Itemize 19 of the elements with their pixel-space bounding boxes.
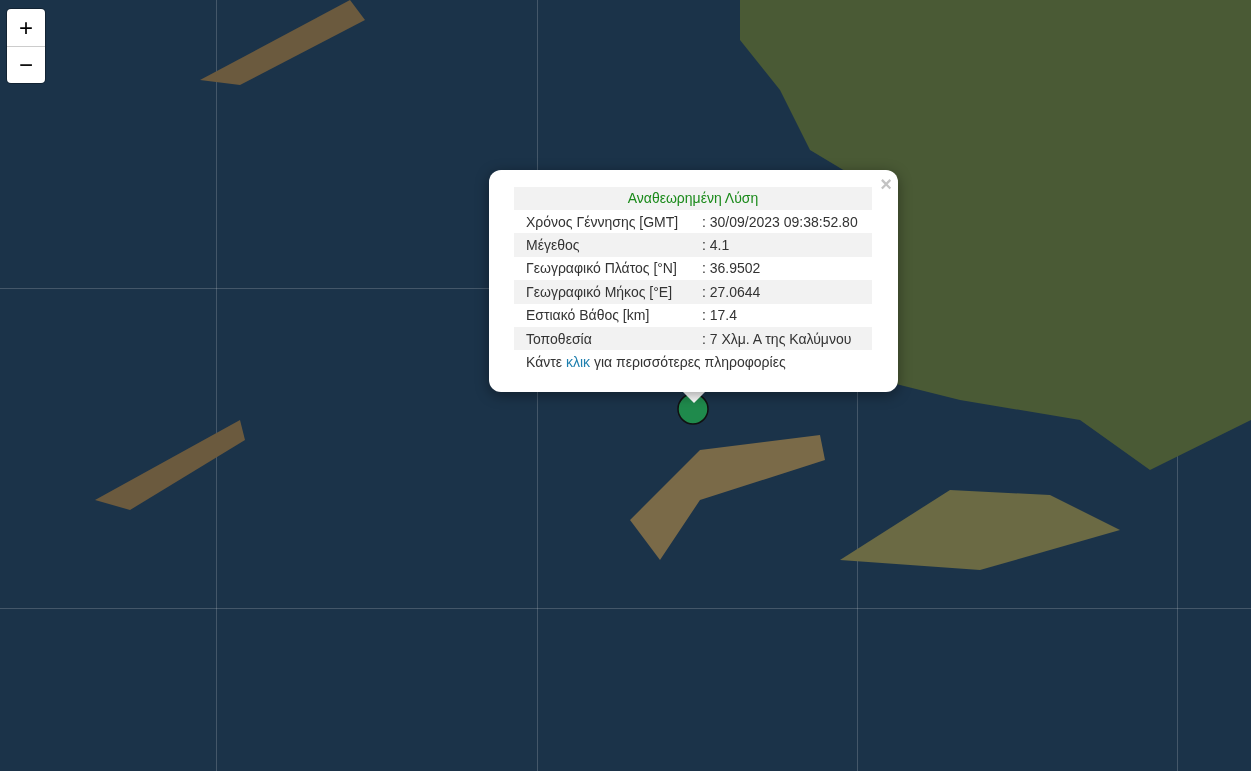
zoom-in-button[interactable]: + [7,9,45,46]
field-label: Χρόνος Γέννησης [GMT] [525,213,680,230]
field-label: Γεωγραφικό Μήκος [°E] [525,283,674,300]
field-value: : 7 Χλμ. Α της Καλύμνου [702,330,853,347]
zoom-out-button[interactable]: − [7,46,45,83]
field-label: Εστιακό Βάθος [km] [525,307,651,324]
field-value: : 17.4 [702,307,739,324]
field-label: Γεωγραφικό Πλάτος [°N] [525,260,678,277]
field-value: : 27.0644 [702,283,762,300]
field-value: : 36.9502 [702,260,762,277]
earthquake-marker-icon[interactable] [677,393,709,425]
field-label: Μέγεθος [525,237,581,254]
more-info-text: Κάντε κλικ για περισσότερες πληροφορίες [525,354,787,371]
field-value: : 30/09/2023 09:38:52.80 [702,213,859,230]
more-info-link[interactable]: κλικ [565,354,591,371]
popup-title: Αναθεωρημένη Λύση [514,187,872,210]
field-value: : 4.1 [702,237,731,254]
field-label: Τοποθεσία [525,330,593,347]
satellite-map[interactable] [0,0,1251,771]
